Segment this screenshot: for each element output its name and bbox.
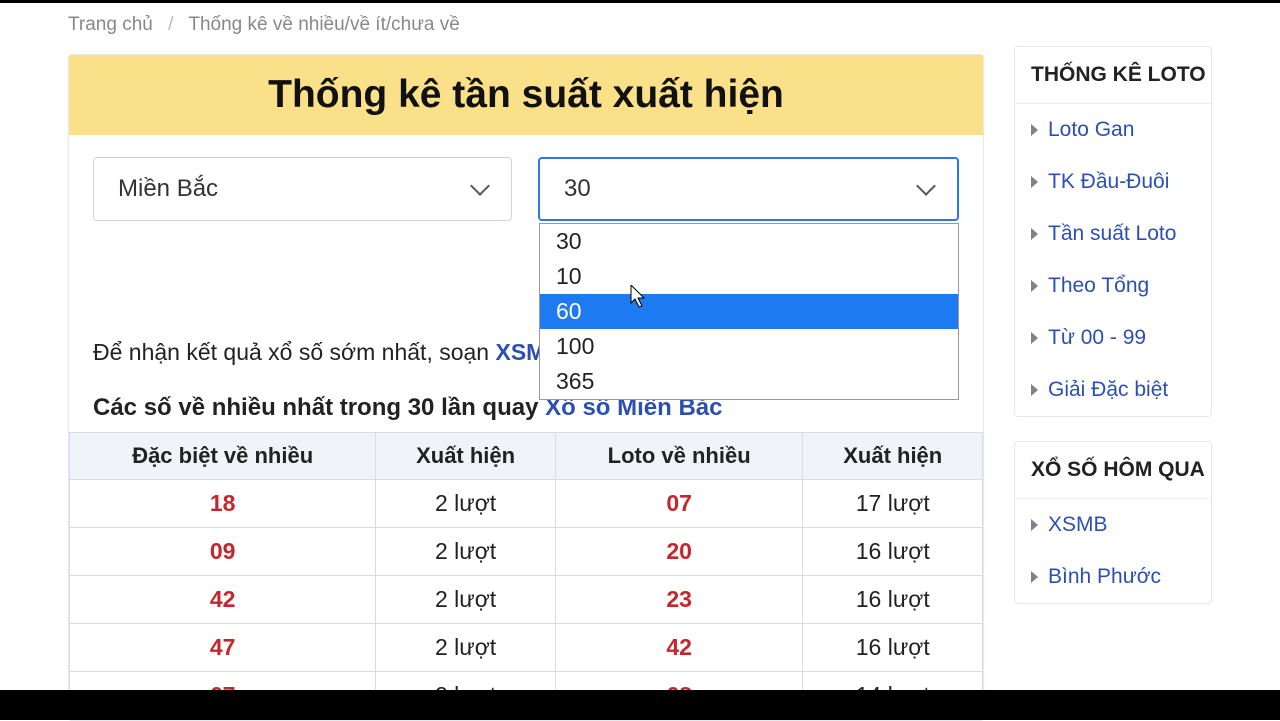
count-option-365[interactable]: 365 [540, 364, 958, 399]
sidebar-box-loto: THỐNG KÊ LOTO Loto Gan TK Đầu-Đuôi Tần s… [1014, 46, 1212, 417]
cell: 16 lượt [803, 528, 983, 576]
count-option-100[interactable]: 100 [540, 329, 958, 364]
th-0: Đặc biệt về nhiều [70, 433, 376, 480]
subheading-prefix: Các số về nhiều nhất trong 30 lần quay [93, 394, 545, 421]
chevron-down-icon [470, 176, 490, 196]
cell: 20 [555, 528, 803, 576]
cell: 47 [70, 624, 376, 672]
sidebar-title: XỔ SỐ HÔM QUA [1015, 442, 1211, 499]
cell: 17 lượt [803, 480, 983, 528]
cell: 2 lượt [376, 624, 556, 672]
sidebar-link[interactable]: Loto Gan [1048, 118, 1134, 142]
count-option-30[interactable]: 30 [540, 224, 958, 259]
table-row: 42 2 lượt 23 16 lượt [70, 576, 983, 624]
info-bold: XSM [496, 339, 546, 365]
info-prefix: Để nhận kết quả xổ số sớm nhất, soạn [93, 339, 496, 365]
th-1: Xuất hiện [376, 433, 556, 480]
sidebar-link[interactable]: Theo Tổng [1048, 274, 1149, 298]
count-select-value: 30 [564, 175, 591, 203]
cell: 16 lượt [803, 576, 983, 624]
sidebar: THỐNG KÊ LOTO Loto Gan TK Đầu-Đuôi Tần s… [1014, 8, 1212, 721]
cell: 42 [70, 576, 376, 624]
sidebar-item[interactable]: Giải Đặc biệt [1015, 364, 1211, 416]
page-title: Thống kê tần suất xuất hiện [79, 73, 973, 117]
cell: 42 [555, 624, 803, 672]
cell: 2 lượt [376, 480, 556, 528]
stats-table: Đặc biệt về nhiều Xuất hiện Loto về nhiề… [69, 432, 983, 720]
region-select[interactable]: Miền Bắc [93, 157, 512, 221]
sidebar-item[interactable]: Loto Gan [1015, 104, 1211, 156]
sidebar-box-today: XỔ SỐ HÔM QUA XSMB Bình Phước [1014, 441, 1212, 604]
cell: 2 lượt [376, 576, 556, 624]
main-card: Thống kê tần suất xuất hiện Miền Bắc 30 … [68, 54, 984, 721]
sidebar-title: THỐNG KÊ LOTO [1015, 47, 1211, 104]
count-select[interactable]: 30 [538, 157, 959, 221]
caret-right-icon [1031, 176, 1038, 188]
chevron-down-icon [916, 176, 936, 196]
cell: 2 lượt [376, 528, 556, 576]
table-row: 09 2 lượt 20 16 lượt [70, 528, 983, 576]
sidebar-link[interactable]: Giải Đặc biệt [1048, 378, 1168, 402]
sidebar-item[interactable]: Theo Tổng [1015, 260, 1211, 312]
sidebar-item[interactable]: TK Đầu-Đuôi [1015, 156, 1211, 208]
caret-right-icon [1031, 124, 1038, 136]
title-band: Thống kê tần suất xuất hiện [69, 55, 983, 135]
caret-right-icon [1031, 571, 1038, 583]
sidebar-link[interactable]: TK Đầu-Đuôi [1048, 170, 1169, 194]
breadcrumb-current: Thống kê về nhiều/về ít/chưa về [188, 14, 460, 35]
sidebar-link[interactable]: XSMB [1048, 513, 1108, 537]
count-option-60[interactable]: 60 [540, 294, 958, 329]
sidebar-link[interactable]: Tần suất Loto [1048, 222, 1176, 246]
cursor-icon [630, 285, 648, 314]
caret-right-icon [1031, 280, 1038, 292]
table-row: 18 2 lượt 07 17 lượt [70, 480, 983, 528]
region-select-value: Miền Bắc [118, 175, 218, 203]
cell: 09 [70, 528, 376, 576]
sidebar-item[interactable]: Bình Phước [1015, 551, 1211, 603]
table-row: 47 2 lượt 42 16 lượt [70, 624, 983, 672]
breadcrumb-sep: / [168, 14, 173, 35]
sidebar-link[interactable]: Bình Phước [1048, 565, 1161, 589]
th-3: Xuất hiện [803, 433, 983, 480]
cell: 23 [555, 576, 803, 624]
cell: 16 lượt [803, 624, 983, 672]
caret-right-icon [1031, 384, 1038, 396]
cell: 18 [70, 480, 376, 528]
breadcrumb-home[interactable]: Trang chủ [68, 14, 153, 35]
controls-row: Miền Bắc 30 30 10 60 100 365 [69, 135, 983, 227]
count-select-dropdown: 30 10 60 100 365 [539, 223, 959, 400]
th-2: Loto về nhiều [555, 433, 803, 480]
sidebar-link[interactable]: Từ 00 - 99 [1048, 326, 1146, 350]
caret-right-icon [1031, 519, 1038, 531]
cell: 07 [555, 480, 803, 528]
caret-right-icon [1031, 228, 1038, 240]
count-option-10[interactable]: 10 [540, 259, 958, 294]
sidebar-item[interactable]: XSMB [1015, 499, 1211, 551]
sidebar-item[interactable]: Tần suất Loto [1015, 208, 1211, 260]
sidebar-item[interactable]: Từ 00 - 99 [1015, 312, 1211, 364]
breadcrumb: Trang chủ / Thống kê về nhiều/về ít/chưa… [68, 8, 984, 36]
caret-right-icon [1031, 332, 1038, 344]
